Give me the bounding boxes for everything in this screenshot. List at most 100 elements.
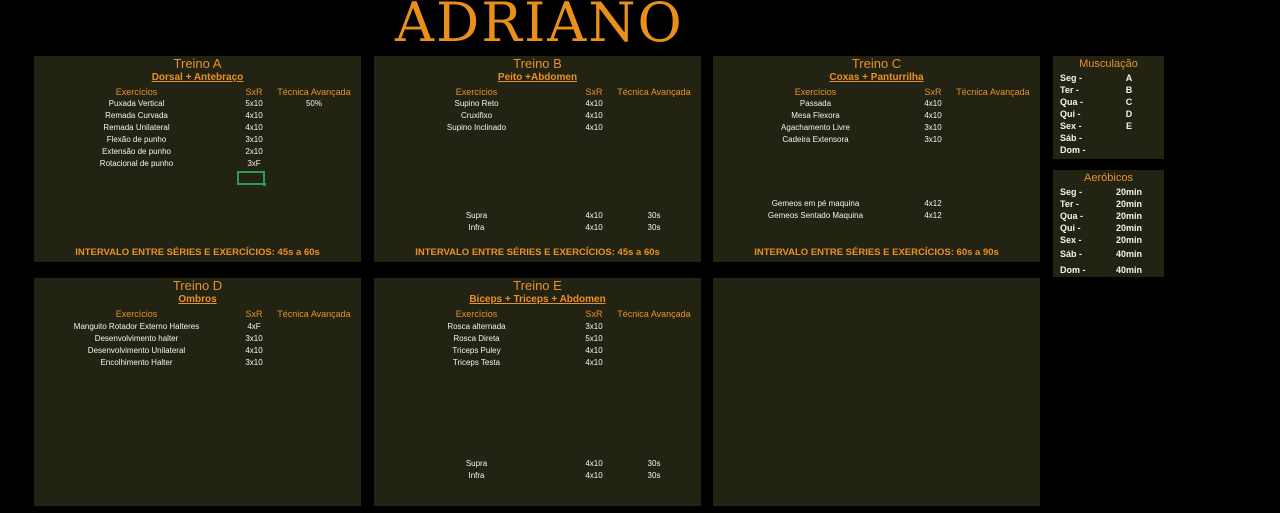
sets-reps-cell[interactable]: 4x10 xyxy=(234,122,274,134)
table-row[interactable]: Supra 4x10 30s xyxy=(374,458,701,470)
table-row[interactable]: Flexão de punho 3x10 xyxy=(34,134,361,146)
exercise-cell[interactable]: Manguito Rotador Externo Halteres xyxy=(34,321,239,333)
table-row[interactable]: Passada 4x10 xyxy=(713,98,1040,110)
exercise-cell[interactable]: Flexão de punho xyxy=(34,134,239,146)
table-row[interactable]: Gemeos Sentado Maquina 4x12 xyxy=(713,210,1040,222)
table-row[interactable]: Infra 4x10 30s xyxy=(374,222,701,234)
sets-reps-cell[interactable]: 3x10 xyxy=(234,357,274,369)
schedule-row[interactable]: Qua - 20min xyxy=(1053,210,1164,222)
workout-value[interactable]: A xyxy=(1113,72,1145,84)
exercise-cell[interactable]: Desenvolvimento Unilateral xyxy=(34,345,239,357)
table-row[interactable]: Agachamento Livre 3x10 xyxy=(713,122,1040,134)
schedule-row[interactable]: Qui - 20min xyxy=(1053,222,1164,234)
exercise-cell[interactable]: Supino Reto xyxy=(374,98,579,110)
sets-reps-cell[interactable]: 4xF xyxy=(234,321,274,333)
exercise-cell[interactable]: Rotacional de punho xyxy=(34,158,239,170)
sets-reps-cell[interactable]: 4x10 xyxy=(234,110,274,122)
schedule-row[interactable]: Sáb - xyxy=(1053,132,1164,144)
exercise-cell[interactable]: Rosca alternada xyxy=(374,321,579,333)
duration-value[interactable]: 20min xyxy=(1113,186,1145,198)
sets-reps-cell[interactable]: 5x10 xyxy=(574,333,614,345)
exercise-cell[interactable]: Agachamento Livre xyxy=(713,122,918,134)
table-row[interactable]: Mesa Flexora 4x10 xyxy=(713,110,1040,122)
schedule-row[interactable]: Dom - 40min xyxy=(1053,264,1164,276)
sets-reps-cell[interactable]: 4x10 xyxy=(574,122,614,134)
table-row[interactable]: Gemeos em pé maquina 4x12 xyxy=(713,198,1040,210)
duration-value[interactable]: 40min xyxy=(1113,264,1145,276)
exercise-cell[interactable]: Encolhimento Halter xyxy=(34,357,239,369)
sets-reps-cell[interactable]: 4x10 xyxy=(574,222,614,234)
workout-value[interactable]: C xyxy=(1113,96,1145,108)
sets-reps-cell[interactable]: 5x10 xyxy=(234,98,274,110)
table-row[interactable]: Desenvolvimento halter 3x10 xyxy=(34,333,361,345)
schedule-row[interactable]: Ter - B xyxy=(1053,84,1164,96)
sets-reps-cell[interactable]: 4x12 xyxy=(913,198,953,210)
exercise-cell[interactable]: Extensão de punho xyxy=(34,146,239,158)
table-row[interactable]: Cadeira Extensora 3x10 xyxy=(713,134,1040,146)
sets-reps-cell[interactable]: 4x10 xyxy=(234,345,274,357)
table-row[interactable]: Rotacional de punho 3xF xyxy=(34,158,361,170)
table-row[interactable]: Infra 4x10 30s xyxy=(374,470,701,482)
schedule-row[interactable]: Sex - 20min xyxy=(1053,234,1164,246)
workout-value[interactable]: D xyxy=(1113,108,1145,120)
sets-reps-cell[interactable]: 4x10 xyxy=(574,357,614,369)
selected-cell[interactable] xyxy=(237,171,266,186)
sets-reps-cell[interactable]: 3x10 xyxy=(913,134,953,146)
table-row[interactable]: Cruxifixo 4x10 xyxy=(374,110,701,122)
exercise-cell[interactable]: Triceps Puley xyxy=(374,345,579,357)
duration-value[interactable]: 20min xyxy=(1113,198,1145,210)
exercise-cell[interactable]: Desenvolvimento halter xyxy=(34,333,239,345)
sets-reps-cell[interactable]: 4x10 xyxy=(574,345,614,357)
sets-reps-cell[interactable]: 4x10 xyxy=(913,110,953,122)
sets-reps-cell[interactable]: 4x10 xyxy=(574,98,614,110)
technique-cell[interactable]: 30s xyxy=(609,470,699,482)
exercise-cell[interactable]: Passada xyxy=(713,98,918,110)
table-row[interactable]: Rosca Direta 5x10 xyxy=(374,333,701,345)
technique-cell[interactable]: 50% xyxy=(269,98,359,110)
exercise-cell[interactable]: Gemeos em pé maquina xyxy=(713,198,918,210)
sets-reps-cell[interactable]: 3x10 xyxy=(574,321,614,333)
exercise-cell[interactable]: Mesa Flexora xyxy=(713,110,918,122)
sets-reps-cell[interactable]: 4x10 xyxy=(574,458,614,470)
exercise-cell[interactable]: Rosca Direta xyxy=(374,333,579,345)
schedule-row[interactable]: Dom - xyxy=(1053,144,1164,156)
exercise-cell[interactable]: Infra xyxy=(374,222,579,234)
schedule-row[interactable]: Sáb - 40min xyxy=(1053,248,1164,260)
table-row[interactable]: Triceps Testa 4x10 xyxy=(374,357,701,369)
table-row[interactable]: Encolhimento Halter 3x10 xyxy=(34,357,361,369)
exercise-cell[interactable]: Infra xyxy=(374,470,579,482)
sets-reps-cell[interactable]: 4x10 xyxy=(574,110,614,122)
schedule-row[interactable]: Ter - 20min xyxy=(1053,198,1164,210)
duration-value[interactable]: 20min xyxy=(1113,222,1145,234)
sets-reps-cell[interactable]: 3x10 xyxy=(913,122,953,134)
duration-value[interactable]: 20min xyxy=(1113,234,1145,246)
duration-value[interactable]: 40min xyxy=(1113,248,1145,260)
duration-value[interactable]: 20min xyxy=(1113,210,1145,222)
sets-reps-cell[interactable]: 3xF xyxy=(234,158,274,170)
sets-reps-cell[interactable]: 3x10 xyxy=(234,333,274,345)
exercise-cell[interactable]: Supra xyxy=(374,210,579,222)
table-row[interactable]: Manguito Rotador Externo Halteres 4xF xyxy=(34,321,361,333)
table-row[interactable]: Supino Inclinado 4x10 xyxy=(374,122,701,134)
table-row[interactable]: Puxada Vertical 5x10 50% xyxy=(34,98,361,110)
table-row[interactable]: Remada Curvada 4x10 xyxy=(34,110,361,122)
sets-reps-cell[interactable]: 4x10 xyxy=(913,98,953,110)
exercise-cell[interactable]: Puxada Vertical xyxy=(34,98,239,110)
sets-reps-cell[interactable]: 4x12 xyxy=(913,210,953,222)
exercise-cell[interactable]: Cruxifixo xyxy=(374,110,579,122)
table-row[interactable]: Rosca alternada 3x10 xyxy=(374,321,701,333)
exercise-cell[interactable]: Gemeos Sentado Maquina xyxy=(713,210,918,222)
schedule-row[interactable]: Seg - 20min xyxy=(1053,186,1164,198)
sets-reps-cell[interactable]: 4x10 xyxy=(574,210,614,222)
schedule-row[interactable]: Sex - E xyxy=(1053,120,1164,132)
schedule-row[interactable]: Qua - C xyxy=(1053,96,1164,108)
table-row[interactable]: Supra 4x10 30s xyxy=(374,210,701,222)
table-row[interactable]: Supino Reto 4x10 xyxy=(374,98,701,110)
exercise-cell[interactable]: Remada Curvada xyxy=(34,110,239,122)
exercise-cell[interactable]: Remada Unilateral xyxy=(34,122,239,134)
table-row[interactable]: Triceps Puley 4x10 xyxy=(374,345,701,357)
schedule-row[interactable]: Qui - D xyxy=(1053,108,1164,120)
sets-reps-cell[interactable]: 4x10 xyxy=(574,470,614,482)
schedule-row[interactable]: Seg - A xyxy=(1053,72,1164,84)
sets-reps-cell[interactable]: 2x10 xyxy=(234,146,274,158)
